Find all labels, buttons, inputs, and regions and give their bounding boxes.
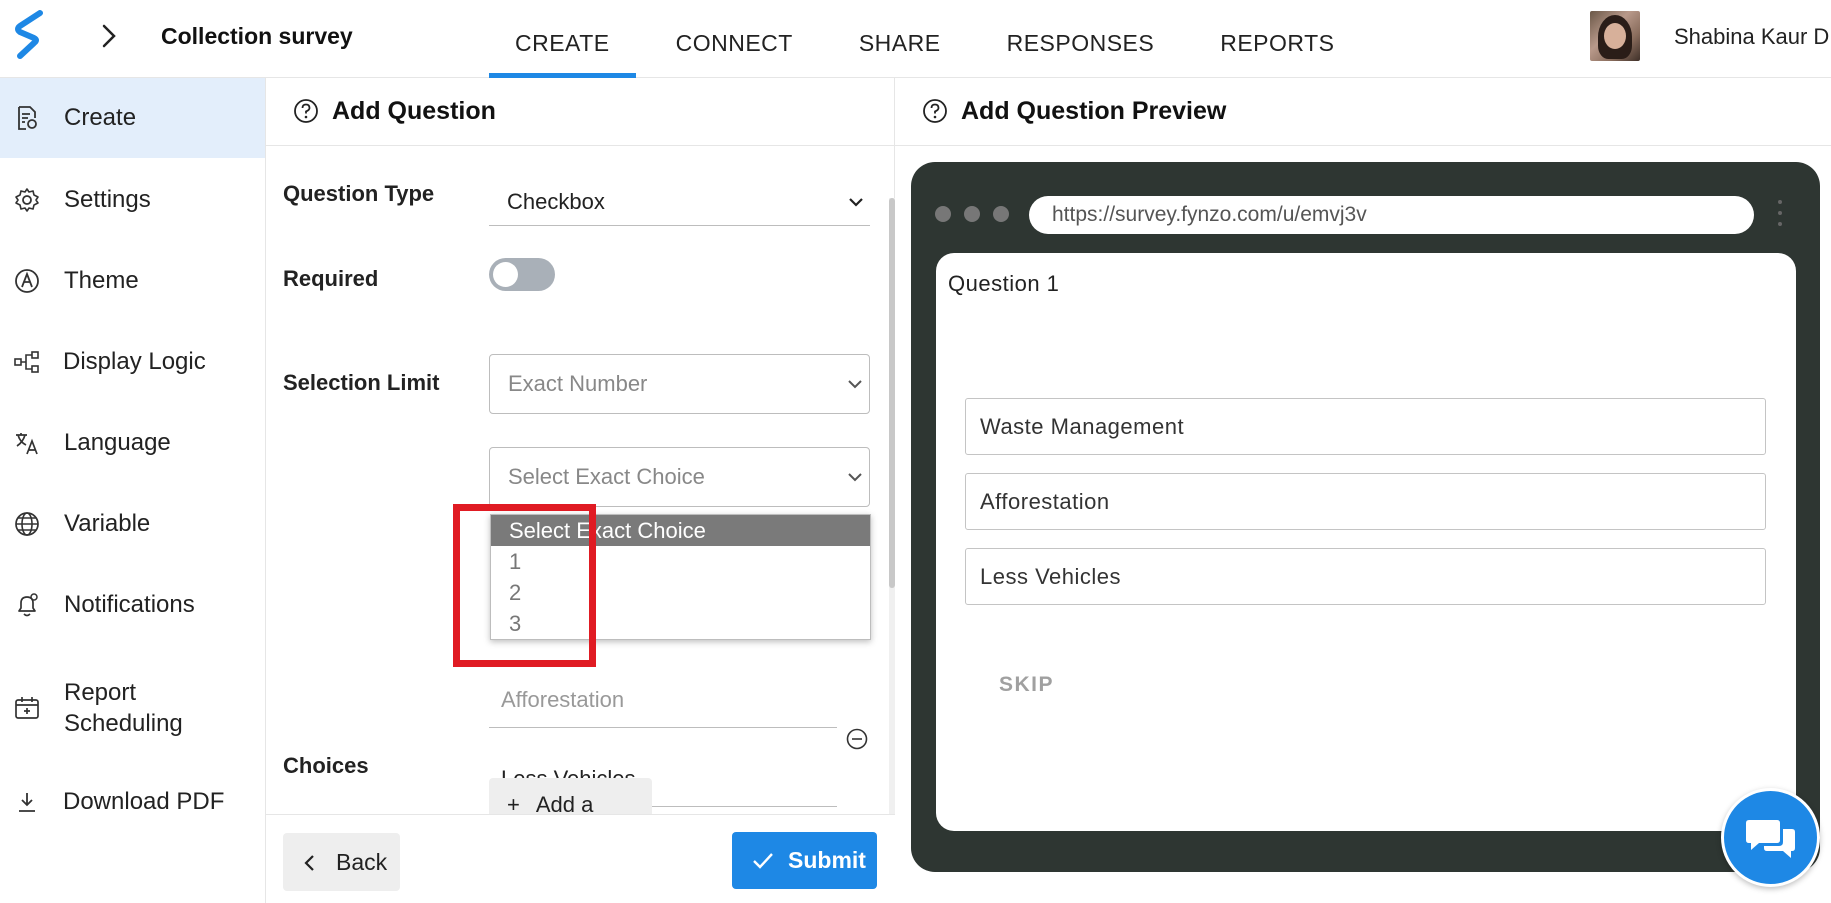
report-label-line1: Report	[64, 679, 137, 706]
sidebar-item-display-logic[interactable]: Display Logic	[0, 322, 265, 402]
question-type-select[interactable]: Checkbox	[489, 178, 870, 226]
scrollbar-thumb[interactable]	[889, 198, 895, 588]
sidebar-item-download-pdf[interactable]: Download PDF	[0, 762, 265, 842]
create-form-icon	[18, 106, 37, 130]
sidebar-item-label: Variable	[64, 510, 151, 537]
question-type-value: Checkbox	[507, 188, 605, 214]
sidebar-item-label: Settings	[64, 186, 151, 213]
tab-connect[interactable]: CONNECT	[676, 0, 793, 78]
flow-icon	[14, 351, 39, 373]
top-bar: Collection survey CREATE CONNECT SHARE R…	[0, 0, 1831, 78]
download-icon	[19, 793, 35, 812]
chevron-left-icon	[304, 855, 314, 871]
report-label-line2: Scheduling	[64, 710, 183, 737]
selection-limit-label: Selection Limit	[283, 370, 440, 395]
window-dot-icon	[964, 206, 980, 222]
sidebar-item-label: Display Logic	[63, 348, 206, 375]
skip-button[interactable]: SKIP	[999, 673, 1054, 697]
selection-limit-select[interactable]: Exact Number	[489, 354, 870, 414]
sidebar-item-label: Notifications	[64, 591, 195, 618]
calendar-icon	[15, 697, 39, 719]
question-type-label: Question Type	[283, 181, 435, 206]
required-label: Required	[283, 266, 379, 291]
sidebar-item-label: Report Scheduling	[64, 677, 183, 739]
highlight-box	[453, 504, 596, 667]
back-button[interactable]: Back	[283, 833, 400, 891]
submit-label: Submit	[788, 847, 866, 873]
help-circle-icon[interactable]	[293, 98, 319, 124]
tab-share[interactable]: SHARE	[859, 0, 941, 78]
chevron-down-icon	[848, 473, 862, 482]
window-dot-icon	[993, 206, 1009, 222]
preview-option[interactable]: Less Vehicles	[965, 548, 1766, 605]
sidebar-item-label: Language	[64, 429, 171, 456]
sidebar-item-notifications[interactable]: Notifications	[0, 565, 265, 645]
sidebar-item-theme[interactable]: Theme	[0, 241, 265, 321]
panel-header: Add Question	[266, 78, 895, 146]
sidebar-item-label: Theme	[64, 267, 139, 294]
theme-icon	[15, 269, 39, 293]
sidebar: Create Settings Theme Display Logic Lang…	[0, 78, 266, 903]
remove-circle-icon[interactable]	[846, 728, 868, 750]
sidebar-item-language[interactable]: Language	[0, 403, 265, 483]
chevron-right-icon[interactable]	[96, 22, 120, 50]
toggle-knob	[493, 262, 518, 287]
window-dot-icon	[935, 206, 951, 222]
preview-option[interactable]: Afforestation	[965, 473, 1766, 530]
bell-icon	[18, 593, 38, 617]
chevron-down-icon	[849, 197, 863, 207]
gear-icon	[15, 188, 39, 212]
sidebar-item-settings[interactable]: Settings	[0, 160, 265, 240]
exact-choice-select[interactable]: Select Exact Choice	[489, 447, 870, 507]
sidebar-item-label: Download PDF	[63, 788, 225, 815]
user-name[interactable]: Shabina Kaur D	[1674, 24, 1829, 50]
avatar[interactable]	[1590, 11, 1640, 61]
preview-question-title: Question 1	[948, 271, 1060, 296]
check-icon	[753, 853, 773, 869]
sidebar-item-create[interactable]: Create	[0, 78, 265, 158]
survey-title: Collection survey	[161, 23, 353, 49]
help-circle-icon[interactable]	[922, 98, 948, 124]
sidebar-item-report-scheduling[interactable]: Report Scheduling	[0, 658, 265, 758]
browser-preview-frame: https://survey.fynzo.com/u/emvj3v Questi…	[911, 162, 1820, 872]
choices-label: Choices	[283, 753, 369, 778]
globe-icon	[15, 512, 39, 536]
add-question-panel: Add Question Question Type Checkbox Requ…	[266, 78, 895, 903]
preview-screen: Question 1 Waste Management Afforestatio…	[936, 253, 1796, 831]
chat-bubble-icon	[1746, 820, 1795, 858]
app-logo-icon[interactable]	[14, 10, 46, 60]
panel-footer: Back Submit	[266, 814, 895, 903]
preview-option[interactable]: Waste Management	[965, 398, 1766, 455]
tab-create[interactable]: CREATE	[489, 0, 636, 78]
tab-responses[interactable]: RESPONSES	[1007, 0, 1155, 78]
exact-choice-placeholder: Select Exact Choice	[508, 464, 705, 489]
choice-text: Afforestation	[501, 686, 625, 712]
translate-icon	[16, 433, 38, 455]
tab-reports[interactable]: REPORTS	[1220, 0, 1334, 78]
sidebar-item-variable[interactable]: Variable	[0, 484, 265, 564]
chat-widget-button[interactable]	[1721, 788, 1820, 887]
preview-header: Add Question Preview	[895, 78, 1831, 146]
choice-input[interactable]: Afforestation	[489, 672, 837, 728]
preview-title: Add Question Preview	[961, 97, 1227, 125]
chevron-down-icon	[848, 380, 862, 389]
back-label: Back	[336, 848, 388, 875]
url-bar[interactable]: https://survey.fynzo.com/u/emvj3v	[1029, 196, 1754, 234]
panel-scrollbar[interactable]	[889, 198, 895, 818]
panel-title: Add Question	[332, 97, 496, 125]
more-vertical-icon[interactable]	[1777, 198, 1783, 228]
required-toggle[interactable]	[489, 258, 555, 291]
sidebar-item-label: Create	[64, 104, 137, 131]
submit-button[interactable]: Submit	[732, 832, 877, 889]
selection-limit-value: Exact Number	[508, 371, 648, 396]
main-nav-tabs: CREATE CONNECT SHARE RESPONSES REPORTS	[489, 0, 1401, 78]
